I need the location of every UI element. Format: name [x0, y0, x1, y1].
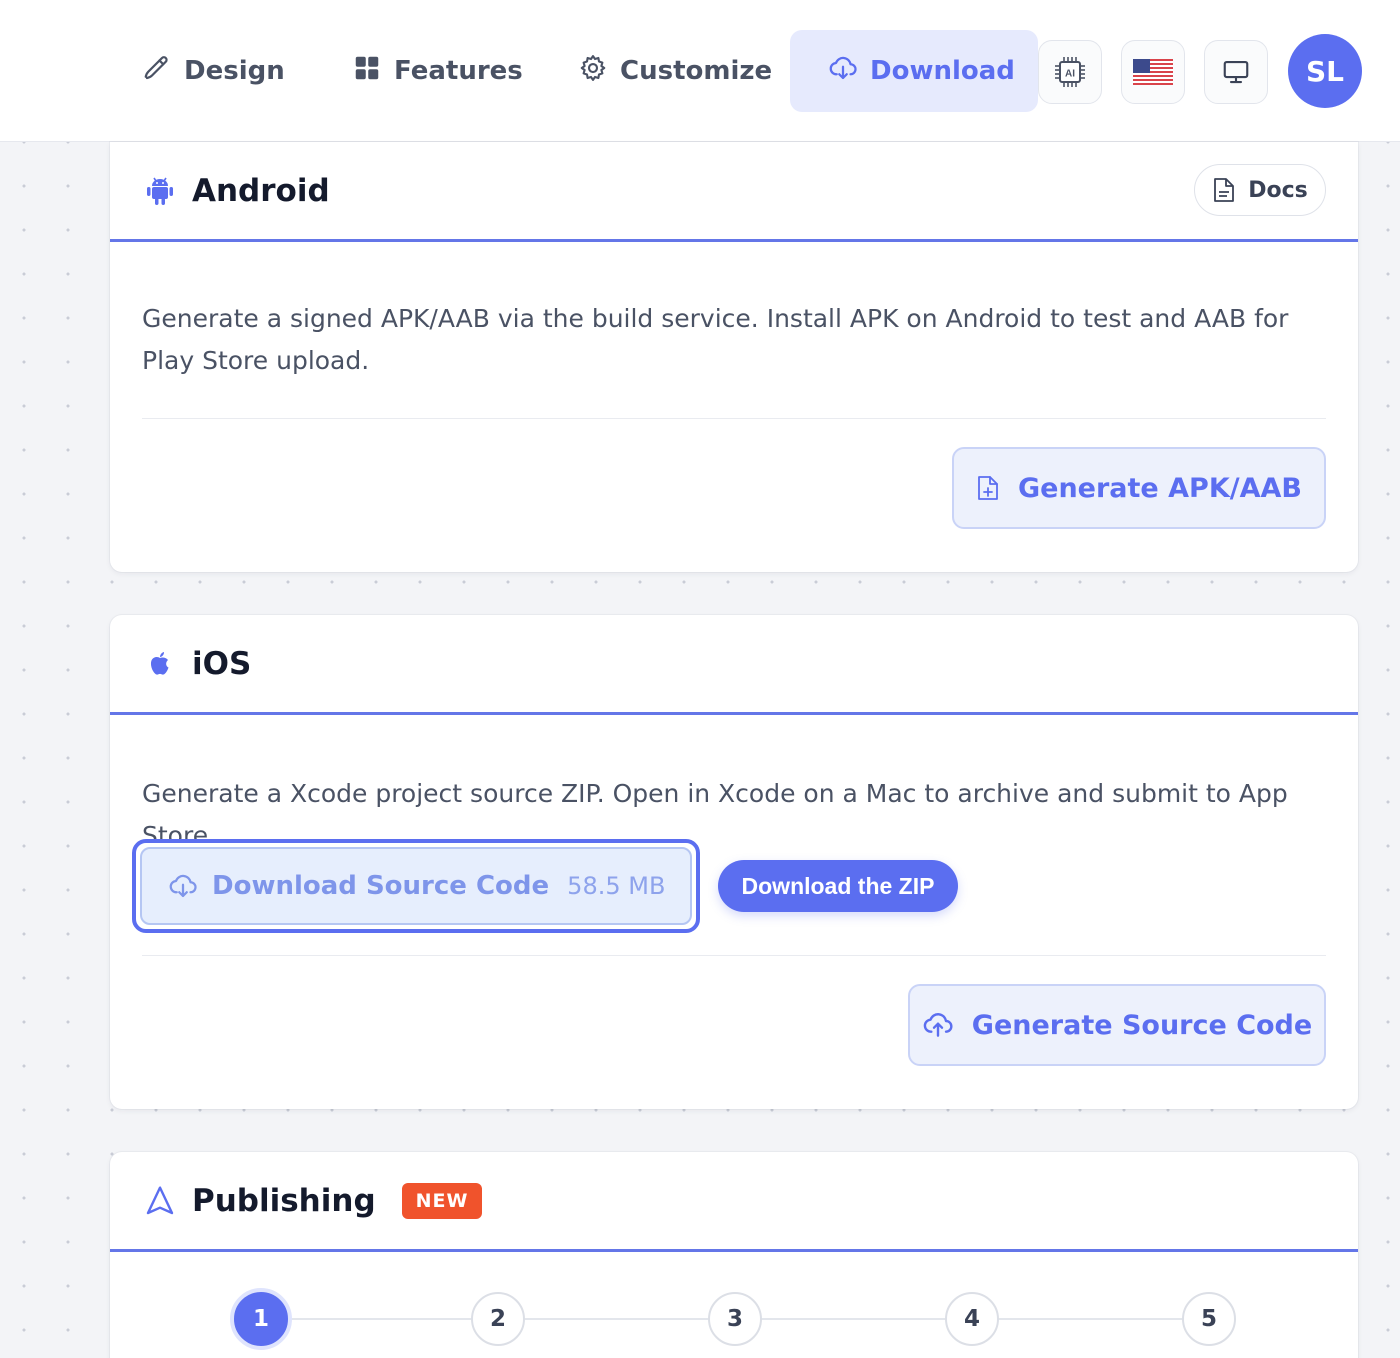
generate-apk-label: Generate APK/AAB — [1017, 472, 1302, 504]
document-icon — [1214, 178, 1235, 202]
user-avatar[interactable]: SL — [1288, 34, 1362, 108]
ios-title: iOS — [192, 645, 252, 682]
download-source-focus-ring: Download Source Code 58.5 MB — [132, 839, 700, 933]
cloud-download-icon — [169, 874, 197, 898]
generate-source-button[interactable]: Generate Source Code — [908, 984, 1326, 1066]
new-badge: NEW — [401, 1182, 483, 1219]
device-preview-button[interactable] — [1204, 40, 1268, 104]
generate-source-label: Generate Source Code — [971, 1009, 1313, 1041]
tab-design[interactable]: Design — [122, 30, 305, 112]
tab-features[interactable]: Features — [332, 30, 543, 112]
ai-chip-icon: AI — [1055, 57, 1085, 87]
step-2[interactable]: 2 — [471, 1292, 525, 1346]
ios-divider — [142, 955, 1326, 956]
ai-chip-button[interactable]: AI — [1038, 40, 1102, 104]
docs-button[interactable]: Docs — [1194, 164, 1326, 216]
us-flag-icon — [1133, 59, 1173, 85]
step-4[interactable]: 4 — [945, 1292, 999, 1346]
top-navigation: Design Features Customize Download AI SL — [0, 0, 1400, 142]
android-description: Generate a signed APK/AAB via the build … — [142, 304, 1289, 375]
android-card: Android Docs Generate a signed APK/AAB v… — [110, 142, 1358, 572]
language-button[interactable] — [1121, 40, 1185, 104]
monitor-icon — [1223, 60, 1249, 84]
step-5[interactable]: 5 — [1182, 1292, 1236, 1346]
docs-label: Docs — [1248, 177, 1308, 203]
publishing-card: Publishing NEW 1 2 3 4 5 — [110, 1152, 1358, 1358]
file-plus-icon — [978, 476, 998, 500]
android-icon — [144, 175, 176, 207]
ios-card: iOS Generate a Xcode project source ZIP.… — [110, 615, 1358, 1109]
tab-features-label: Features — [394, 56, 523, 86]
gear-icon — [578, 53, 608, 90]
step-1[interactable]: 1 — [230, 1288, 292, 1350]
download-source-label: Download Source Code — [212, 871, 550, 901]
tab-download[interactable]: Download — [790, 30, 1038, 112]
navigation-arrow-icon — [144, 1185, 176, 1217]
tab-design-label: Design — [184, 56, 285, 86]
apple-icon — [144, 648, 176, 680]
grid-icon — [352, 53, 382, 90]
pen-icon — [142, 53, 172, 90]
android-card-header: Android Docs — [110, 142, 1358, 242]
tab-customize[interactable]: Customize — [558, 30, 792, 112]
ios-card-header: iOS — [110, 615, 1358, 715]
generate-apk-button[interactable]: Generate APK/AAB — [952, 447, 1326, 529]
download-source-button[interactable]: Download Source Code 58.5 MB — [140, 847, 692, 925]
download-zip-button[interactable]: Download the ZIP — [718, 860, 958, 912]
svg-text:AI: AI — [1065, 69, 1075, 80]
android-divider — [142, 418, 1326, 419]
cloud-download-icon — [828, 53, 858, 90]
cloud-upload-icon — [923, 1013, 953, 1037]
tab-customize-label: Customize — [620, 56, 773, 86]
tab-download-label: Download — [870, 56, 1015, 86]
step-3[interactable]: 3 — [708, 1292, 762, 1346]
publishing-card-header: Publishing NEW — [110, 1152, 1358, 1252]
download-source-size: 58.5 MB — [567, 872, 666, 900]
android-title: Android — [192, 172, 330, 209]
publishing-title: Publishing — [192, 1182, 376, 1219]
